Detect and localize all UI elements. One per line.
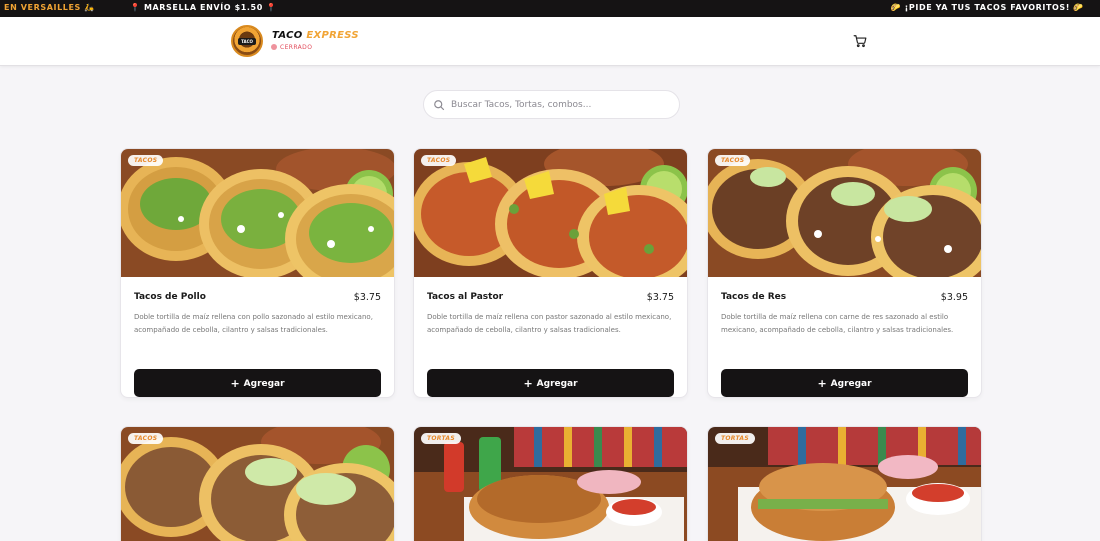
- category-tag: TORTAS: [421, 433, 461, 444]
- product-card[interactable]: TORTAS: [413, 426, 688, 541]
- category-tag: TACOS: [128, 433, 164, 444]
- product-card[interactable]: TORTAS: [707, 426, 982, 541]
- product-card[interactable]: TACOS Tacos al Pastor $3.75 Doble tortil…: [413, 148, 688, 398]
- brand-name[interactable]: TACO EXPRESS: [272, 30, 359, 41]
- add-button-label: Agregar: [830, 378, 872, 389]
- product-price: $3.95: [940, 292, 968, 303]
- logo[interactable]: TACO: [231, 25, 263, 57]
- product-image[interactable]: TORTAS: [708, 427, 981, 541]
- add-to-cart-button[interactable]: + Agregar: [721, 369, 968, 397]
- product-description: Doble tortilla de maíz rellena con carne…: [721, 313, 954, 334]
- add-to-cart-button[interactable]: + Agregar: [134, 369, 381, 397]
- product-image[interactable]: TACOS: [121, 427, 394, 541]
- add-to-cart-button[interactable]: + Agregar: [427, 369, 674, 397]
- add-button-label: Agregar: [536, 378, 578, 389]
- brand-part2: EXPRESS: [306, 30, 359, 41]
- status-label: CERRADO: [280, 44, 313, 51]
- product-image[interactable]: TACOS: [708, 149, 981, 277]
- status-dot-icon: [271, 44, 277, 50]
- add-button-label: Agregar: [243, 378, 285, 389]
- cart-icon[interactable]: [853, 34, 867, 48]
- ticker-item-location: EN VERSAILLES 🛵: [4, 3, 95, 12]
- category-tag: TACOS: [715, 155, 751, 166]
- category-tag: TORTAS: [715, 433, 755, 444]
- product-name: Tacos de Pollo: [134, 292, 206, 302]
- plus-icon: +: [817, 376, 827, 390]
- product-price: $3.75: [353, 292, 381, 303]
- site-header: TACO TACO EXPRESS CERRADO: [0, 17, 1100, 66]
- product-image[interactable]: TACOS: [121, 149, 394, 277]
- category-tag: TACOS: [421, 155, 457, 166]
- store-status: CERRADO: [271, 44, 312, 51]
- product-description: Doble tortilla de maíz rellena con pasto…: [427, 313, 672, 334]
- search-input[interactable]: [451, 96, 671, 114]
- brand-part1: TACO: [272, 30, 303, 41]
- promo-ticker: EN VERSAILLES 🛵 📍 MARSELLA ENVÍO $1.50 📍…: [0, 0, 1100, 17]
- product-image[interactable]: TACOS: [414, 149, 687, 277]
- plus-icon: +: [230, 376, 240, 390]
- search-bar[interactable]: [423, 90, 680, 119]
- product-card[interactable]: TACOS: [120, 426, 395, 541]
- ticker-item-delivery: 📍 MARSELLA ENVÍO $1.50 📍: [130, 3, 277, 12]
- category-tag: TACOS: [128, 155, 164, 166]
- ticker-item-promo: 🌮 ¡PIDE YA TUS TACOS FAVORITOS! 🌮: [890, 3, 1084, 12]
- plus-icon: +: [523, 376, 533, 390]
- logo-lettering: TACO: [238, 38, 256, 45]
- product-image[interactable]: TORTAS: [414, 427, 687, 541]
- product-card[interactable]: TACOS Tacos de Pollo $3.75 Doble tortill…: [120, 148, 395, 398]
- product-name: Tacos al Pastor: [427, 292, 504, 302]
- search-icon: [434, 100, 445, 111]
- product-description: Doble tortilla de maíz rellena con pollo…: [134, 313, 373, 334]
- product-card[interactable]: TACOS Tacos de Res $3.95 Doble tortilla …: [707, 148, 982, 398]
- product-price: $3.75: [646, 292, 674, 303]
- product-name: Tacos de Res: [721, 292, 787, 302]
